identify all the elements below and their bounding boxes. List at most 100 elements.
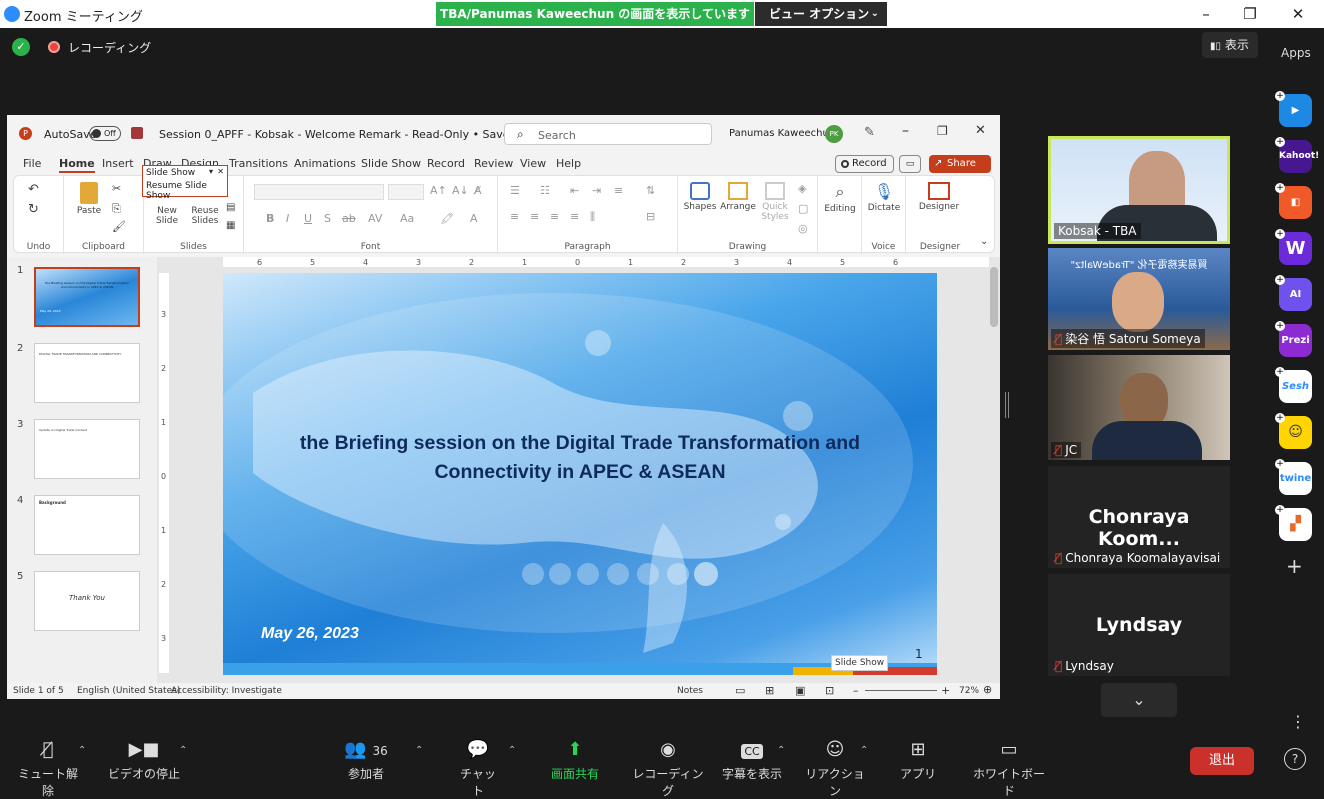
- cut-icon[interactable]: ✂: [112, 182, 121, 195]
- captions-caret-icon[interactable]: ⌃: [777, 745, 785, 756]
- grow-font-icon[interactable]: A↑: [430, 184, 447, 197]
- participant-tile[interactable]: Kobsak - TBA: [1048, 136, 1230, 244]
- slideshow-view-icon[interactable]: ⊡: [825, 684, 834, 697]
- font-color-icon[interactable]: A: [470, 212, 478, 225]
- justify-icon[interactable]: ≡: [570, 210, 579, 223]
- notes-button[interactable]: Notes: [677, 686, 703, 696]
- slide-thumbnail-1[interactable]: the Briefing session on the Digital Trad…: [34, 267, 140, 327]
- add-app-icon[interactable]: +: [1286, 554, 1303, 578]
- record-button[interactable]: ◉ レコーディング: [630, 739, 706, 799]
- more-options-icon[interactable]: ⋮: [1290, 712, 1306, 731]
- normal-view-icon[interactable]: ▭: [735, 684, 745, 697]
- section-icon[interactable]: ▦: [226, 220, 235, 231]
- tab-file[interactable]: File: [23, 157, 41, 170]
- undo-icon[interactable]: ↶: [28, 182, 39, 197]
- record-button[interactable]: Record: [835, 155, 894, 173]
- view-options-button[interactable]: ビュー オプション ⌄: [755, 2, 887, 26]
- unmute-button[interactable]: 🎙̸ ミュート解除: [14, 739, 82, 799]
- tab-animations[interactable]: Animations: [294, 157, 356, 170]
- resize-handle[interactable]: [1005, 392, 1009, 418]
- ppt-minimize-icon[interactable]: –: [902, 123, 909, 139]
- bold-icon[interactable]: B: [266, 212, 274, 225]
- shield-icon[interactable]: ✓: [12, 38, 30, 56]
- autosave-toggle[interactable]: Off: [89, 126, 121, 141]
- pen-icon[interactable]: ✎: [864, 125, 875, 140]
- share-screen-button[interactable]: ⬆ 画面共有: [545, 739, 605, 782]
- reuse-slides-button[interactable]: Reuse Slides: [186, 206, 224, 226]
- editing-button[interactable]: ⌕ Editing: [822, 182, 858, 214]
- zoom-level[interactable]: 72%: [959, 686, 979, 696]
- search-box[interactable]: ⌕ Search: [504, 123, 712, 145]
- tab-home[interactable]: Home: [59, 157, 95, 173]
- participants-button[interactable]: 👥 36 参加者: [340, 739, 392, 782]
- new-slide-button[interactable]: New Slide: [148, 206, 186, 226]
- shape-outline-icon[interactable]: ▢: [798, 202, 808, 215]
- shape-fill-icon[interactable]: ◈: [798, 182, 806, 195]
- participant-tile[interactable]: Lyndsay 🎙̸ Lyndsay: [1048, 574, 1230, 676]
- slide-canvas[interactable]: the Briefing session on the Digital Trad…: [223, 273, 937, 675]
- captions-button[interactable]: CC 字幕を表示: [718, 739, 786, 782]
- chat-caret-icon[interactable]: ⌃: [508, 745, 516, 756]
- slide-thumbnail-3[interactable]: Update on Digital Trade Context: [34, 419, 140, 479]
- tab-insert[interactable]: Insert: [102, 157, 134, 170]
- clear-format-icon[interactable]: A̸: [474, 184, 482, 197]
- layout-icon[interactable]: ▤: [226, 202, 235, 213]
- tab-view[interactable]: View: [520, 157, 546, 170]
- dropdown-resume-slide-show[interactable]: Resume Slide Show: [143, 180, 227, 202]
- accessibility-status[interactable]: Accessibility: Investigate: [171, 686, 282, 696]
- shrink-font-icon[interactable]: A↓: [452, 184, 469, 197]
- quick-styles-button[interactable]: Quick Styles: [760, 182, 790, 222]
- copy-icon[interactable]: ⎘: [112, 202, 121, 216]
- slide-thumbnail-5[interactable]: Thank You: [34, 571, 140, 631]
- paste-button[interactable]: Paste: [72, 182, 106, 216]
- bullets-icon[interactable]: ☰: [510, 184, 520, 197]
- comments-icon[interactable]: ▭: [899, 155, 921, 173]
- align-center-icon[interactable]: ≡: [530, 210, 539, 223]
- restore-icon[interactable]: ❐: [1240, 4, 1260, 24]
- text-direction-icon[interactable]: ⇅: [646, 184, 655, 197]
- participants-caret-icon[interactable]: ⌃: [415, 745, 423, 756]
- minimize-icon[interactable]: –: [1196, 4, 1216, 24]
- redo-icon[interactable]: ↻: [28, 202, 39, 217]
- highlight-icon[interactable]: 🖍: [440, 212, 454, 225]
- save-icon[interactable]: [131, 127, 143, 139]
- video-options-caret-icon[interactable]: ⌃: [179, 745, 187, 756]
- dictate-button[interactable]: 🎙 Dictate: [866, 182, 902, 213]
- arrange-button[interactable]: Arrange: [718, 182, 758, 212]
- tab-review[interactable]: Review: [474, 157, 513, 170]
- align-right-icon[interactable]: ≡: [550, 210, 559, 223]
- apps-button[interactable]: ⊞ アプリ: [898, 739, 938, 782]
- slide-sorter-icon[interactable]: ⊞: [765, 684, 774, 697]
- reading-view-icon[interactable]: ▣: [795, 684, 805, 697]
- avatar[interactable]: PK: [825, 125, 843, 143]
- align-text-icon[interactable]: ⊟: [646, 210, 655, 223]
- tab-transitions[interactable]: Transitions: [229, 157, 288, 170]
- numbering-icon[interactable]: ☷: [540, 184, 550, 197]
- fit-to-window-icon[interactable]: ⊕: [983, 683, 992, 696]
- reactions-caret-icon[interactable]: ⌃: [860, 745, 868, 756]
- dropdown-close-icon[interactable]: ✕: [217, 167, 224, 176]
- spacing-icon[interactable]: AV: [368, 212, 382, 225]
- zoom-slider[interactable]: [865, 690, 937, 691]
- designer-button[interactable]: Designer: [914, 182, 964, 212]
- slide-thumbnail-2[interactable]: DIGITAL TRADE TRANSFORMATION AND CONNECT…: [34, 343, 140, 403]
- indent-increase-icon[interactable]: ⇥: [592, 184, 601, 197]
- underline-icon[interactable]: U: [304, 212, 312, 225]
- zoom-out-icon[interactable]: –: [853, 684, 859, 697]
- slide-thumbnail-4[interactable]: Background: [34, 495, 140, 555]
- participant-tile[interactable]: Chonraya Koom... 🎙̸ Chonraya Koomalayavis…: [1048, 466, 1230, 568]
- help-icon[interactable]: ?: [1284, 748, 1306, 770]
- vertical-scrollbar[interactable]: [990, 267, 998, 327]
- participant-tile[interactable]: 🎙̸ JC: [1048, 355, 1230, 460]
- ppt-restore-icon[interactable]: ❐: [937, 124, 948, 138]
- zoom-in-icon[interactable]: +: [941, 684, 950, 697]
- strikethrough-icon[interactable]: ab: [342, 212, 356, 225]
- columns-icon[interactable]: ⫼: [590, 210, 595, 224]
- tab-help[interactable]: Help: [556, 157, 581, 170]
- format-painter-icon[interactable]: 🖌: [112, 220, 126, 233]
- chevron-down-icon[interactable]: ⌄: [1101, 683, 1177, 717]
- audio-options-caret-icon[interactable]: ⌃: [78, 745, 86, 756]
- leave-button[interactable]: 退出: [1190, 747, 1254, 775]
- chat-button[interactable]: 💬 チャット: [456, 739, 500, 799]
- ribbon-collapse-icon[interactable]: ⌄: [980, 236, 988, 247]
